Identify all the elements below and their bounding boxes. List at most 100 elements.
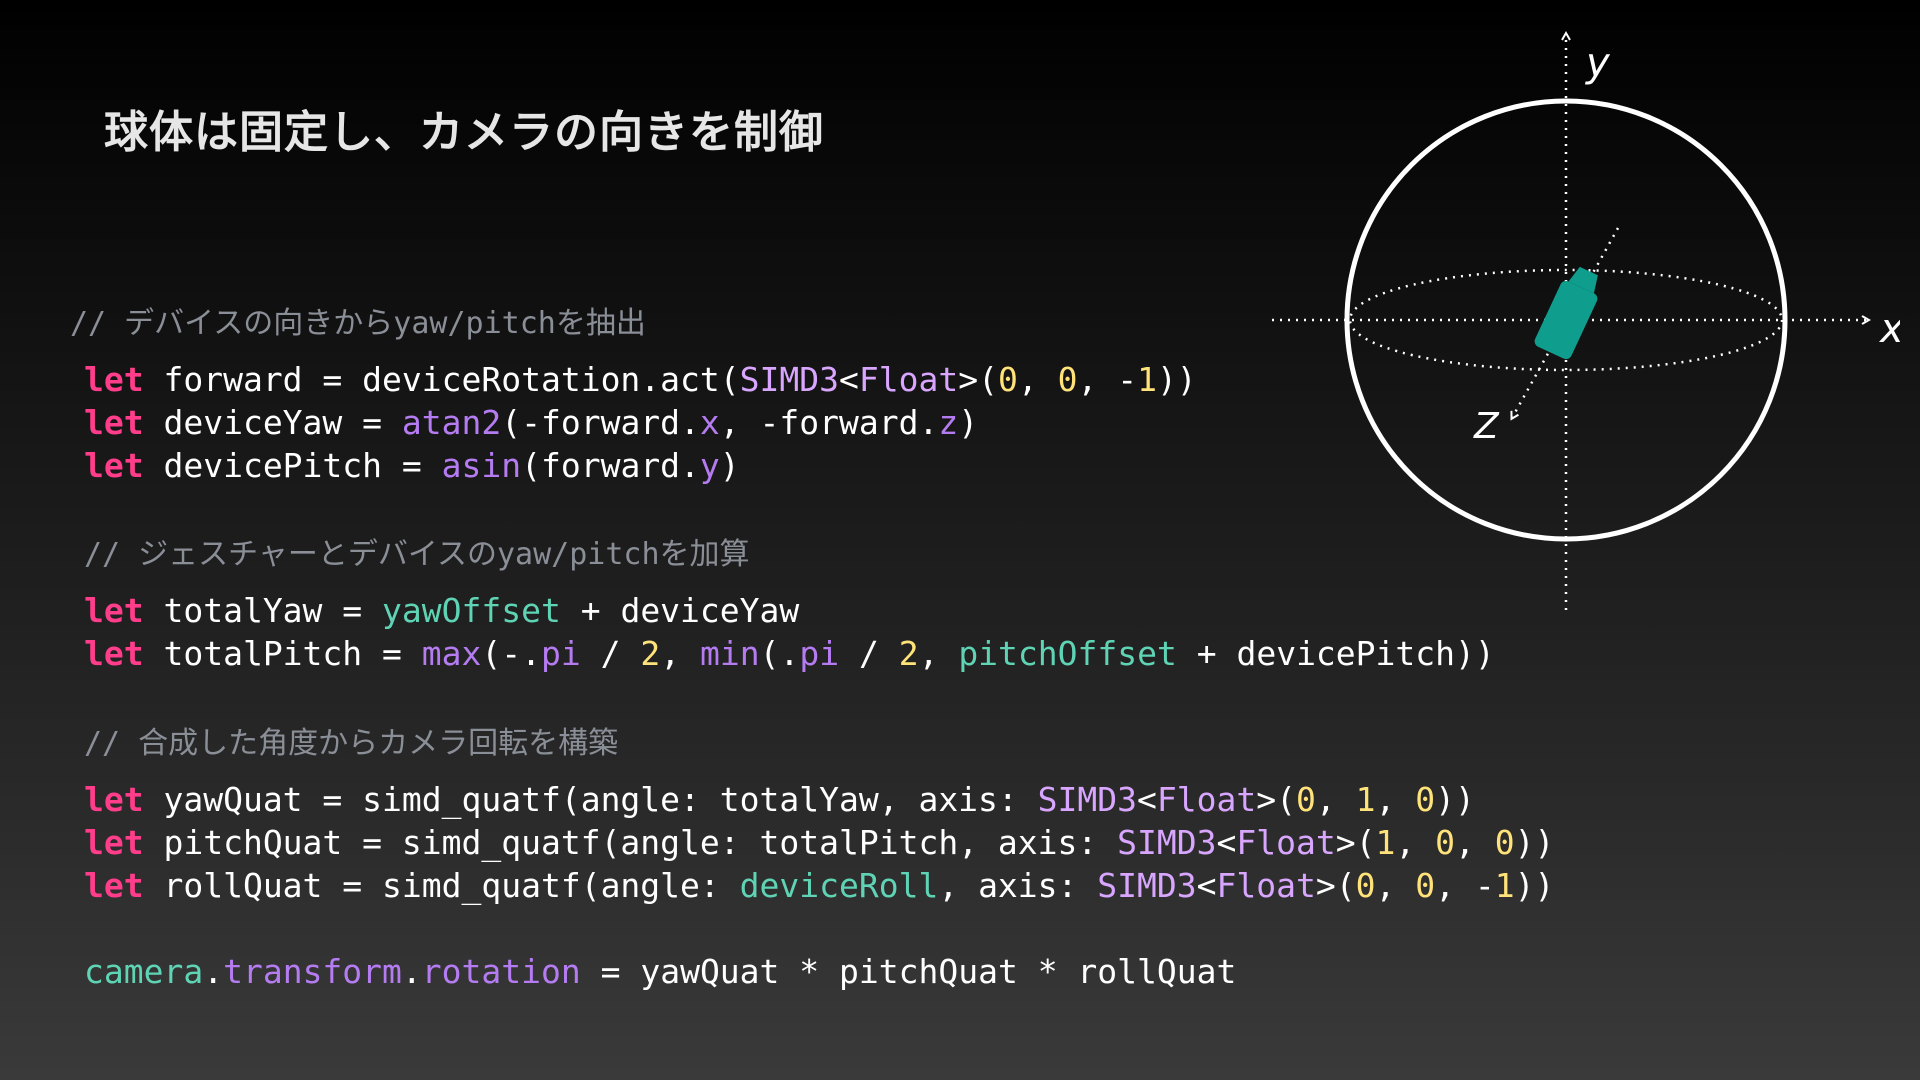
code-token: (-. [481,634,541,673]
code-token: camera [84,952,204,991]
code-comment-build-rotation: // 合成した角度からカメラ回転を構築 [84,726,619,761]
code-token: . [203,952,224,991]
slide-title: 球体は固定し、カメラの向きを制御 [104,107,824,158]
code-token: >( [1335,823,1376,862]
code-token: Float [858,360,959,399]
code-line: let devicePitch = asin(forward.y) [84,444,740,487]
sphere-camera-diagram: y x Z [1272,20,1900,610]
code-token: 0 [1494,823,1515,862]
code-token: devicePitch = [143,446,442,485]
code-token: )) [1435,780,1475,819]
code-token: 0 [1295,780,1316,819]
code-token: )) [1156,360,1197,399]
code-block: let forward = deviceRotation.act(SIMD3<F… [84,0,1554,991]
code-token: pi [799,634,840,673]
code-token: , axis: [938,866,1098,905]
code-token: 0 [1057,360,1078,399]
code-token: , [1017,360,1058,399]
code-token: , [918,634,959,673]
code-token: pitchOffset [958,634,1177,673]
code-token: deviceYaw = [143,403,402,442]
z-axis-label: Z [1473,406,1500,447]
code-token: . [401,952,422,991]
code-token: , - [1435,866,1495,905]
code-token: + deviceYaw [560,591,800,630]
code-token: let [84,866,144,905]
code-token: Float [1156,780,1257,819]
code-line: camera.transform.rotation = yawQuat * pi… [84,950,1236,993]
code-token: SIMD3 [1037,780,1137,819]
code-token: < [838,360,859,399]
code-token: pi [540,634,581,673]
code-token: let [84,360,144,399]
code-token: x [699,403,720,442]
code-token: z [938,403,959,442]
code-line: let deviceYaw = atan2(-forward.x, -forwa… [84,401,978,444]
code-comment-extract: // デバイスの向きからyaw/pitchを抽出 [70,306,646,341]
code-token: let [84,403,144,442]
code-token: max [421,634,482,673]
code-token: < [1196,866,1217,905]
code-token: / [580,634,641,673]
code-token: 1 [1375,823,1396,862]
code-token: < [1137,780,1157,819]
code-token: 1 [1494,866,1515,905]
code-token: , [1454,823,1495,862]
code-token: min [699,634,760,673]
code-token: )) [1514,866,1555,905]
code-line: let pitchQuat = simd_quatf(angle: totalP… [84,821,1554,864]
code-token: totalPitch = [143,634,422,673]
code-token: totalYaw = [143,591,383,630]
code-token: rotation [421,952,581,991]
code-token: , - [1077,360,1138,399]
code-token: 1 [1355,780,1376,819]
code-token: , -forward. [719,403,939,442]
code-token: let [84,446,144,485]
code-token: >( [958,360,998,399]
code-token: atan2 [401,403,502,442]
code-token: 0 [1415,780,1436,819]
code-token: 2 [898,634,919,673]
code-line: let rollQuat = simd_quatf(angle: deviceR… [84,864,1554,907]
code-line: let yawQuat = simd_quatf(angle: totalYaw… [84,778,1475,821]
code-token: , [1315,780,1356,819]
code-token: 1 [1137,360,1157,399]
code-token: asin [441,446,522,485]
code-token: SIMD3 [739,360,839,399]
code-line: let totalYaw = yawOffset + deviceYaw [84,589,799,632]
code-token: 0 [1415,866,1436,905]
code-token: 0 [997,360,1018,399]
code-token: Float [1216,866,1316,905]
code-token: y [699,446,720,485]
code-token: (. [759,634,800,673]
code-token: deviceRoll [739,866,939,905]
code-token: )) [1514,823,1555,862]
code-token: = yawQuat * pitchQuat * rollQuat [580,952,1237,991]
code-token: 0 [1435,823,1455,862]
code-token: 2 [640,634,661,673]
code-token: , [1395,823,1436,862]
y-axis-label: y [1585,40,1611,86]
code-token: ) [719,446,740,485]
code-token: , [1375,780,1416,819]
code-token: pitchQuat = simd_quatf(angle: totalPitch… [143,823,1118,862]
code-line: let forward = deviceRotation.act(SIMD3<F… [84,358,1197,401]
code-token: let [84,634,144,673]
code-token: yawQuat = simd_quatf(angle: totalYaw, ax… [143,780,1038,819]
code-token: SIMD3 [1097,866,1197,905]
code-token: < [1216,823,1237,862]
code-token: >( [1315,866,1356,905]
code-token: >( [1256,780,1296,819]
code-token: let [84,591,144,630]
code-token: (-forward. [501,403,700,442]
code-token: (forward. [521,446,700,485]
code-token: 0 [1355,866,1376,905]
code-token: Float [1236,823,1336,862]
code-token: let [84,823,144,862]
code-token: / [839,634,899,673]
code-token: SIMD3 [1117,823,1217,862]
code-comment-combine: // ジェスチャーとデバイスのyaw/pitchを加算 [84,537,750,572]
code-token: yawOffset [382,591,561,630]
code-token: rollQuat = simd_quatf(angle: [143,866,740,905]
code-token: ) [958,403,979,442]
